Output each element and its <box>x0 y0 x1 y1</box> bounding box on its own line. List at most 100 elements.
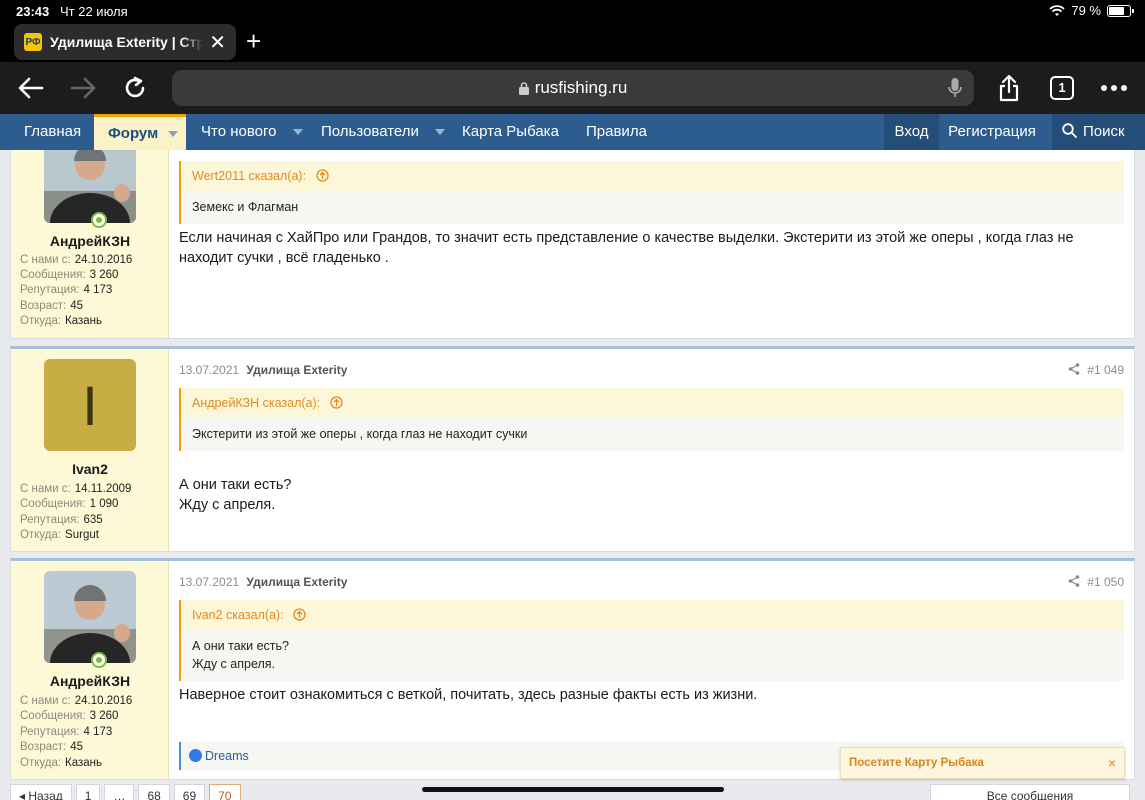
thread-content: АндрейКЗН С нами с: 24.10.2016 Сообщения:… <box>0 150 1145 800</box>
more-icon[interactable] <box>1097 72 1131 104</box>
prev-page-button[interactable]: ◂ Назад <box>10 784 72 800</box>
share-icon[interactable] <box>1068 363 1080 375</box>
quote-author[interactable]: Ivan2 сказал(а): <box>181 600 1124 630</box>
user-age: Возраст: 45 <box>20 300 84 312</box>
username[interactable]: АндрейКЗН <box>11 233 169 249</box>
post-1048: АндрейКЗН С нами с: 24.10.2016 Сообщения:… <box>10 150 1135 339</box>
tab-title: Удилища Exterity | Страница 70 <box>50 34 204 50</box>
quote-author[interactable]: Wert2011 сказал(а): <box>181 161 1124 191</box>
arrow-up-icon[interactable] <box>329 396 343 409</box>
mic-icon[interactable] <box>948 78 962 98</box>
post-message: Наверное стоит ознакомиться с веткой, по… <box>179 687 758 703</box>
user-joined: С нами с: 24.10.2016 <box>20 254 133 266</box>
login-button[interactable]: Вход <box>884 114 939 150</box>
new-tab-icon[interactable]: + <box>246 28 261 54</box>
chevron-down-icon[interactable] <box>435 123 446 140</box>
browser-tab[interactable]: РФ Удилища Exterity | Страница 70 ✕ <box>14 24 236 60</box>
user-from: Откуда: Казань <box>20 757 103 769</box>
username[interactable]: Ivan2 <box>11 461 169 477</box>
chevron-down-icon[interactable] <box>168 117 178 150</box>
user-from: Откуда: Surgut <box>20 529 99 541</box>
back-arrow-icon[interactable] <box>14 72 48 104</box>
post-date[interactable]: 13.07.2021 <box>179 575 239 589</box>
post-message: А они таки есть? Жду с апреля. <box>179 475 1124 515</box>
status-date: Чт 22 июля <box>60 4 128 19</box>
user-panel: АндрейКЗН С нами с: 24.10.2016 Сообщения:… <box>11 150 169 338</box>
browser-toolbar: rusfishing.ru 1 <box>0 62 1145 114</box>
nav-home[interactable]: Главная <box>24 114 81 150</box>
page-70[interactable]: 70 <box>209 784 241 800</box>
user-age: Возраст: 45 <box>20 741 84 753</box>
share-icon[interactable] <box>1068 575 1080 587</box>
nav-whats-new-label: Что нового <box>201 123 277 140</box>
wifi-icon <box>1049 4 1065 16</box>
user-messages: Сообщения: 1 090 <box>20 498 119 510</box>
register-button[interactable]: Регистрация <box>939 114 1045 150</box>
status-right: 79 % <box>1049 3 1134 18</box>
close-icon[interactable]: × <box>1108 748 1116 778</box>
site-favicon: РФ <box>24 33 42 51</box>
page-gap[interactable]: … <box>104 784 135 800</box>
avatar[interactable]: I <box>44 359 136 451</box>
username[interactable]: АндрейКЗН <box>11 673 169 689</box>
search-button[interactable]: Поиск <box>1052 114 1145 150</box>
post-number[interactable]: #1 049 <box>1087 363 1124 377</box>
tab-close-icon[interactable]: ✕ <box>209 30 226 55</box>
nav-users[interactable]: Пользователи <box>321 114 446 150</box>
arrow-up-icon[interactable] <box>315 169 329 182</box>
reaction-user[interactable]: Dreams <box>205 749 249 763</box>
message-line: А они таки есть? <box>179 477 292 493</box>
user-panel: I Ivan2 С нами с: 14.11.2009 Сообщения: 1 … <box>11 349 169 551</box>
quote-block: Wert2011 сказал(а): Земекс и Флагман <box>179 161 1124 224</box>
quote-block: Ivan2 сказал(а): А они таки есть? Жду с … <box>179 600 1124 681</box>
share-icon[interactable] <box>992 72 1026 104</box>
nav-forum-label: Форум <box>108 125 159 142</box>
tabs-icon[interactable]: 1 <box>1045 72 1079 104</box>
url-text: rusfishing.ru <box>534 78 628 97</box>
chevron-down-icon[interactable] <box>292 123 303 140</box>
nav-map[interactable]: Карта Рыбака <box>462 114 559 150</box>
nav-rules[interactable]: Правила <box>586 114 647 150</box>
quote-block: АндрейКЗН сказал(а): Экстерити из этой ж… <box>179 388 1124 451</box>
avatar[interactable] <box>44 571 136 663</box>
pagination: ◂ Назад 1 … 68 69 70 <box>10 784 241 800</box>
reload-icon[interactable] <box>118 72 152 104</box>
page-1[interactable]: 1 <box>75 784 101 800</box>
ios-status-bar: 23:43 Чт 22 июля 79 % <box>0 0 1145 22</box>
user-panel: АндрейКЗН С нами с: 24.10.2016 Сообщения:… <box>11 561 169 779</box>
address-bar[interactable]: rusfishing.ru <box>172 70 974 106</box>
quote-text: А они таки есть? Жду с апреля. <box>181 630 1124 681</box>
forum-nav: Главная Форум Что нового Пользователи Ка… <box>0 114 1145 150</box>
user-messages: Сообщения: 3 260 <box>20 710 119 722</box>
page-68[interactable]: 68 <box>138 784 170 800</box>
home-indicator[interactable] <box>422 787 724 792</box>
post-thread[interactable]: Удилища Exterity <box>246 575 347 589</box>
quote-line: Жду с апреля. <box>192 657 276 671</box>
search-label: Поиск <box>1083 123 1125 140</box>
quote-text: Экстерити из этой же оперы , когда глаз … <box>192 427 528 441</box>
nav-whats-new[interactable]: Что нового <box>201 114 303 150</box>
user-from: Откуда: Казань <box>20 315 103 327</box>
browser-tab-bar: РФ Удилища Exterity | Страница 70 ✕ + <box>0 22 1145 62</box>
battery-icon <box>1107 4 1134 17</box>
arrow-up-icon[interactable] <box>293 608 306 621</box>
post-meta: 13.07.2021 Удилища Exterity #1 050 <box>179 575 1124 589</box>
all-messages-button[interactable]: Все сообщения <box>930 784 1130 800</box>
avatar[interactable] <box>44 150 136 223</box>
post-date[interactable]: 13.07.2021 <box>179 363 239 377</box>
post-thread[interactable]: Удилища Exterity <box>246 363 347 377</box>
map-notice[interactable]: Посетите Карту Рыбака × <box>840 747 1125 779</box>
quote-line: А они таки есть? <box>192 639 289 653</box>
status-time: 23:43 <box>16 4 50 19</box>
user-reputation: Репутация: 635 <box>20 514 103 526</box>
quote-author[interactable]: АндрейКЗН сказал(а): <box>181 388 1124 418</box>
post-message: Если начиная с ХайПро или Грандов, то зн… <box>179 230 1074 266</box>
nav-users-label: Пользователи <box>321 123 419 140</box>
forward-arrow-icon[interactable] <box>66 72 100 104</box>
post-number[interactable]: #1 050 <box>1087 575 1124 589</box>
user-joined: С нами с: 24.10.2016 <box>20 695 133 707</box>
nav-forum[interactable]: Форум <box>94 114 186 150</box>
notice-text[interactable]: Посетите Карту Рыбака <box>849 757 984 769</box>
quote-text: Земекс и Флагман <box>192 200 299 214</box>
page-69[interactable]: 69 <box>173 784 206 800</box>
